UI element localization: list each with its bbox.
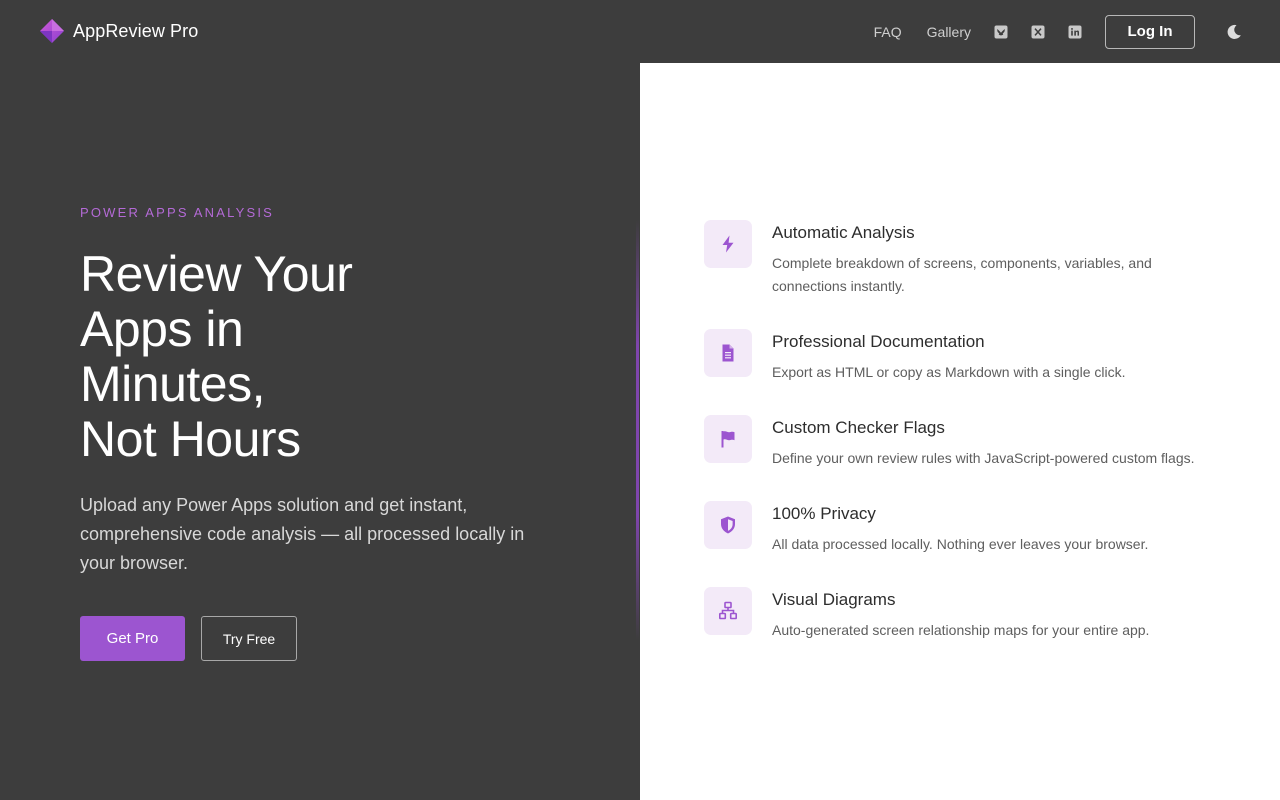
try-free-button[interactable]: Try Free [201, 616, 297, 661]
headline-line: Apps in [80, 301, 244, 357]
headline-line: Not Hours [80, 411, 301, 467]
get-pro-button[interactable]: Get Pro [80, 616, 185, 661]
shield-icon [721, 516, 735, 534]
nav-faq-link[interactable]: FAQ [874, 24, 902, 40]
nav-gallery-link[interactable]: Gallery [927, 24, 971, 40]
feature-description: All data processed locally. Nothing ever… [772, 536, 1149, 552]
feature-icon-tile [704, 501, 752, 549]
headline-line: Minutes, [80, 356, 265, 412]
feature-description: Complete breakdown of screens, component… [772, 255, 1152, 294]
feature-icon-tile [704, 329, 752, 377]
hero-eyebrow: POWER APPS ANALYSIS [80, 205, 275, 220]
feature-title: Visual Diagrams [772, 590, 896, 609]
flag-icon [721, 431, 735, 448]
hero-subtext: Upload any Power Apps solution and get i… [80, 495, 525, 573]
bolt-icon [722, 235, 734, 253]
document-icon [722, 344, 734, 362]
feature-description: Export as HTML or copy as Markdown with … [772, 364, 1126, 380]
headline-line: Review Your [80, 246, 353, 302]
top-navigation-bar: AppReview Pro FAQ Gallery Log In [0, 0, 1280, 63]
feature-title: Automatic Analysis [772, 223, 915, 242]
feature-description: Define your own review rules with JavaSc… [772, 450, 1195, 466]
moon-icon[interactable] [1226, 24, 1242, 40]
login-button[interactable]: Log In [1105, 14, 1195, 49]
linkedin-icon[interactable] [1068, 25, 1082, 39]
sitemap-icon [718, 601, 737, 620]
diamond-logo-icon [40, 19, 64, 43]
x-icon[interactable] [1031, 25, 1045, 39]
feature-title: Custom Checker Flags [772, 418, 945, 437]
hero-section: POWER APPS ANALYSIS Review Your Apps in … [0, 63, 640, 800]
features-panel: Automatic Analysis Complete breakdown of… [640, 63, 1280, 800]
feature-icon-tile [704, 587, 752, 635]
brand-name: AppReview Pro [73, 20, 199, 41]
feature-title: Professional Documentation [772, 332, 985, 351]
feature-title: 100% Privacy [772, 504, 876, 523]
accent-divider [636, 220, 639, 640]
feature-icon-tile [704, 415, 752, 463]
brand-home-link[interactable]: AppReview Pro [40, 19, 198, 43]
hero-headline: Review Your Apps in Minutes, Not Hours [80, 247, 500, 467]
bluesky-icon[interactable] [994, 25, 1008, 39]
feature-icon-tile [704, 220, 752, 268]
main-nav: FAQ Gallery Log In [874, 0, 1280, 63]
feature-description: Auto-generated screen relationship maps … [772, 622, 1150, 638]
